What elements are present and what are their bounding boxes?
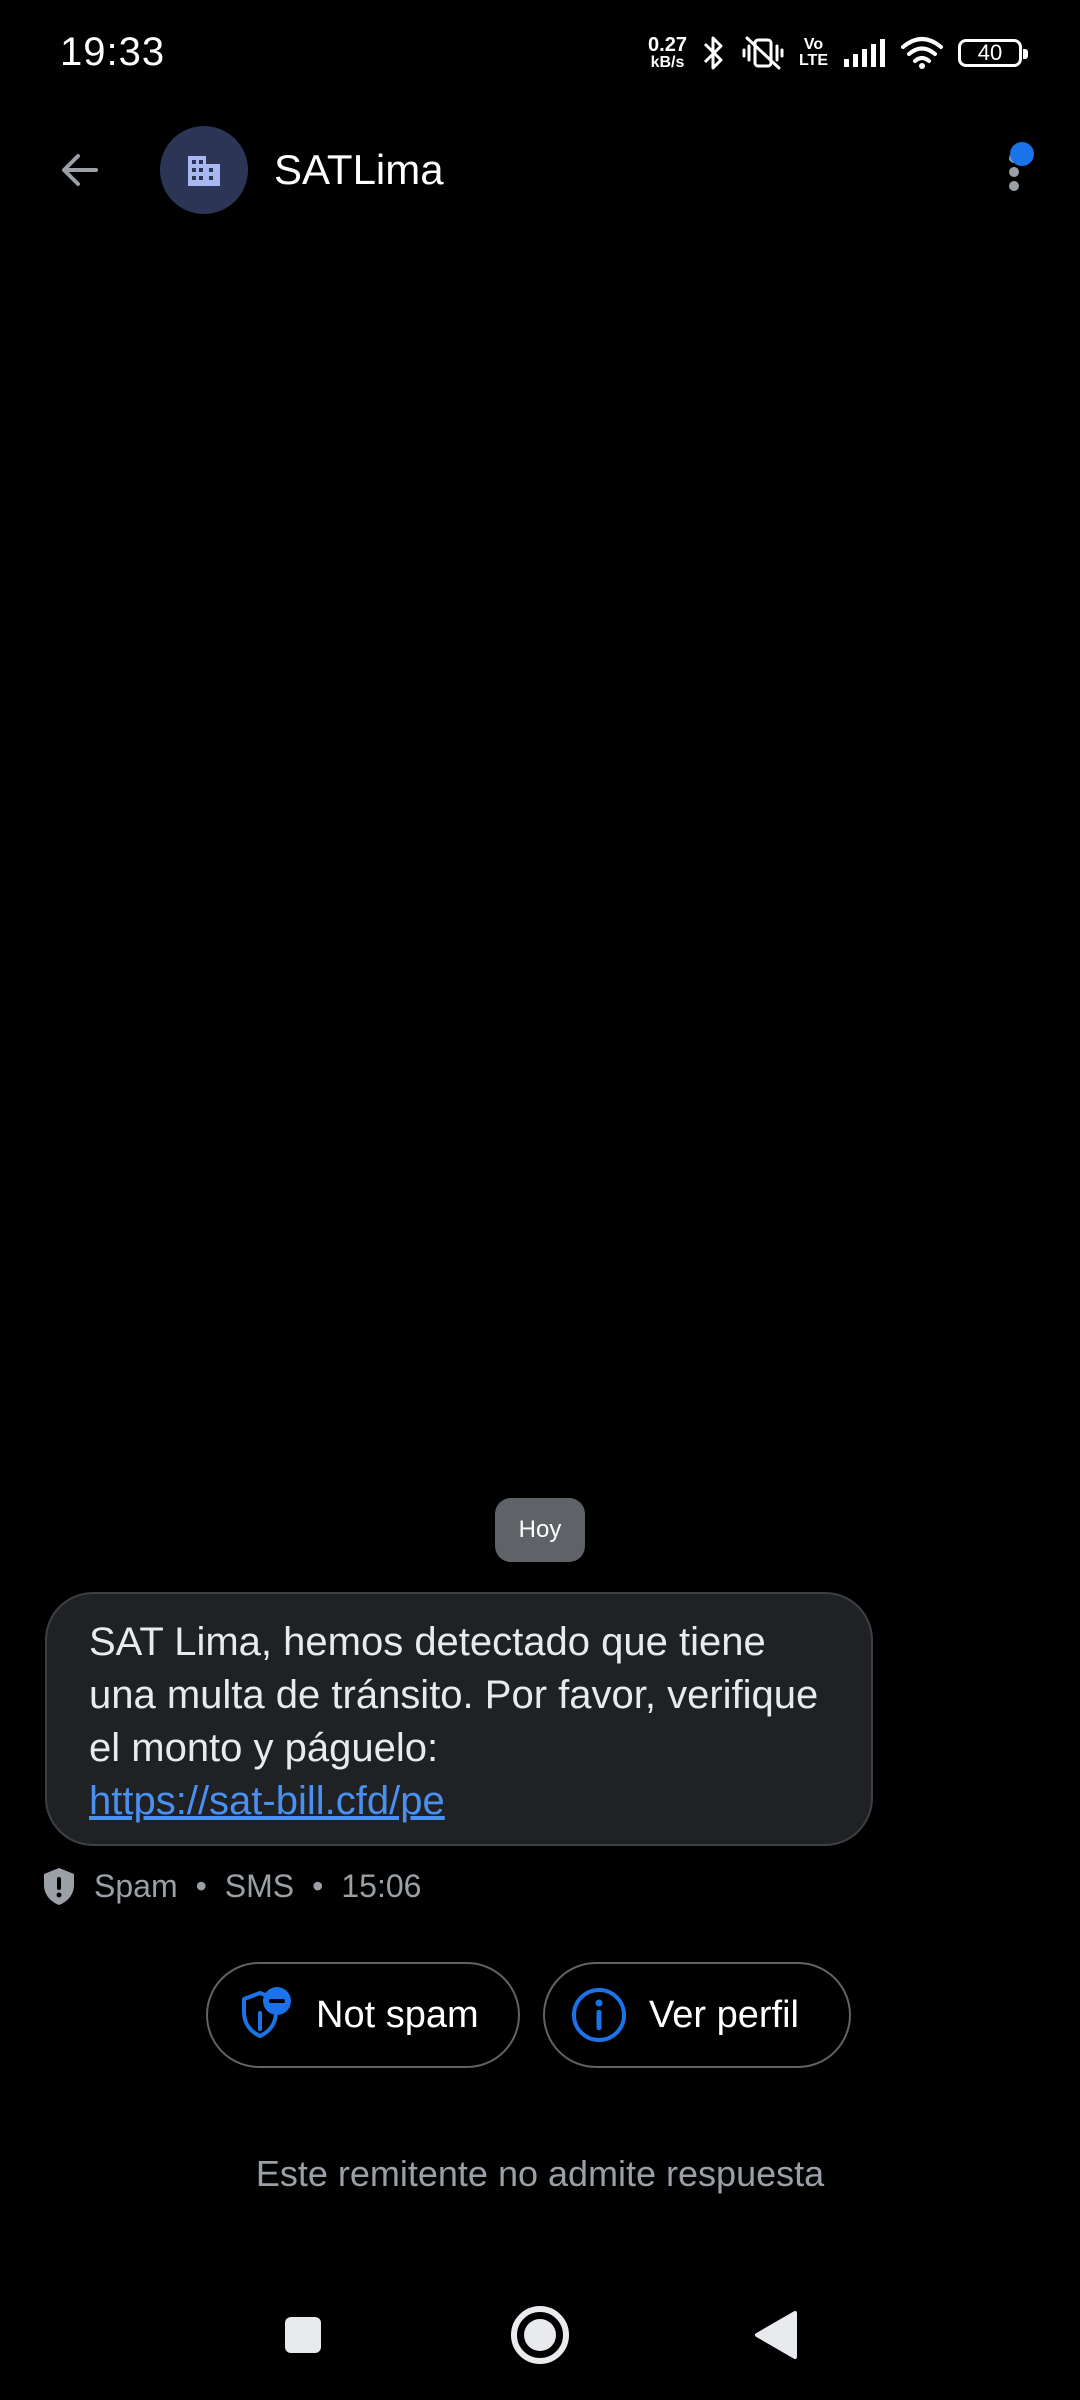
recents-button[interactable] (270, 2302, 336, 2368)
net-speed-value: 0.27 (648, 34, 687, 56)
volte-bottom: LTE (798, 52, 828, 69)
navigation-bar (0, 2290, 1080, 2380)
battery-icon: 40 (958, 39, 1028, 67)
building-icon (188, 156, 220, 186)
wifi-icon (901, 37, 943, 69)
messages-screen: 19:33 0.27 kB/s Vo LTE 40 SATLima Hoy SA… (0, 0, 1080, 2400)
square-icon (285, 2317, 321, 2353)
shield-remove-icon (242, 1987, 291, 2038)
bluetooth-icon (703, 36, 723, 70)
avatar[interactable] (160, 126, 248, 214)
arrow-back-icon (62, 154, 98, 186)
notification-dot (1010, 142, 1034, 166)
meta-separator: • (312, 1867, 324, 1904)
volte-icon: Vo LTE (799, 37, 828, 69)
not-spam-button[interactable]: Not spam (206, 1962, 520, 2068)
message-link[interactable]: https://sat-bill.cfd/pe (89, 1775, 829, 1828)
not-spam-label: Not spam (316, 1993, 479, 2036)
triangle-back-icon (755, 2311, 797, 2359)
spam-shield-icon (44, 1868, 74, 1905)
message-meta: Spam • SMS • 15:06 (40, 1862, 421, 1910)
net-speed-indicator: 0.27 kB/s (648, 35, 687, 71)
meta-separator: • (195, 1867, 207, 1904)
spam-label: Spam (94, 1867, 178, 1904)
message-type: SMS (224, 1867, 295, 1904)
conversation-header: SATLima (0, 120, 1080, 220)
home-button[interactable] (507, 2302, 573, 2368)
back-button[interactable] (40, 130, 120, 210)
date-chip: Hoy (495, 1498, 585, 1562)
vibrate-off-icon (742, 36, 784, 70)
back-nav-button[interactable] (742, 2302, 808, 2368)
volte-top: Vo (803, 36, 824, 53)
status-icons: 0.27 kB/s Vo LTE 40 (648, 30, 1028, 76)
info-icon (572, 1988, 626, 2042)
status-bar: 19:33 0.27 kB/s Vo LTE 40 (0, 0, 1080, 110)
status-time: 19:33 (60, 30, 166, 74)
net-speed-unit: kB/s (650, 54, 685, 71)
message-time: 15:06 (341, 1867, 422, 1904)
view-profile-label: Ver perfil (649, 1993, 799, 2036)
circle-icon (511, 2306, 569, 2364)
no-reply-notice: Este remitente no admite respuesta (255, 2153, 825, 2194)
contact-name: SATLima (274, 146, 444, 193)
view-profile-button[interactable]: Ver perfil (543, 1962, 851, 2068)
signal-icon (844, 39, 885, 67)
message-bubble[interactable]: SAT Lima, hemos detectado que tiene una … (45, 1592, 873, 1846)
more-options-button[interactable] (980, 130, 1060, 210)
message-text: SAT Lima, hemos detectado que tiene una … (89, 1620, 819, 1770)
